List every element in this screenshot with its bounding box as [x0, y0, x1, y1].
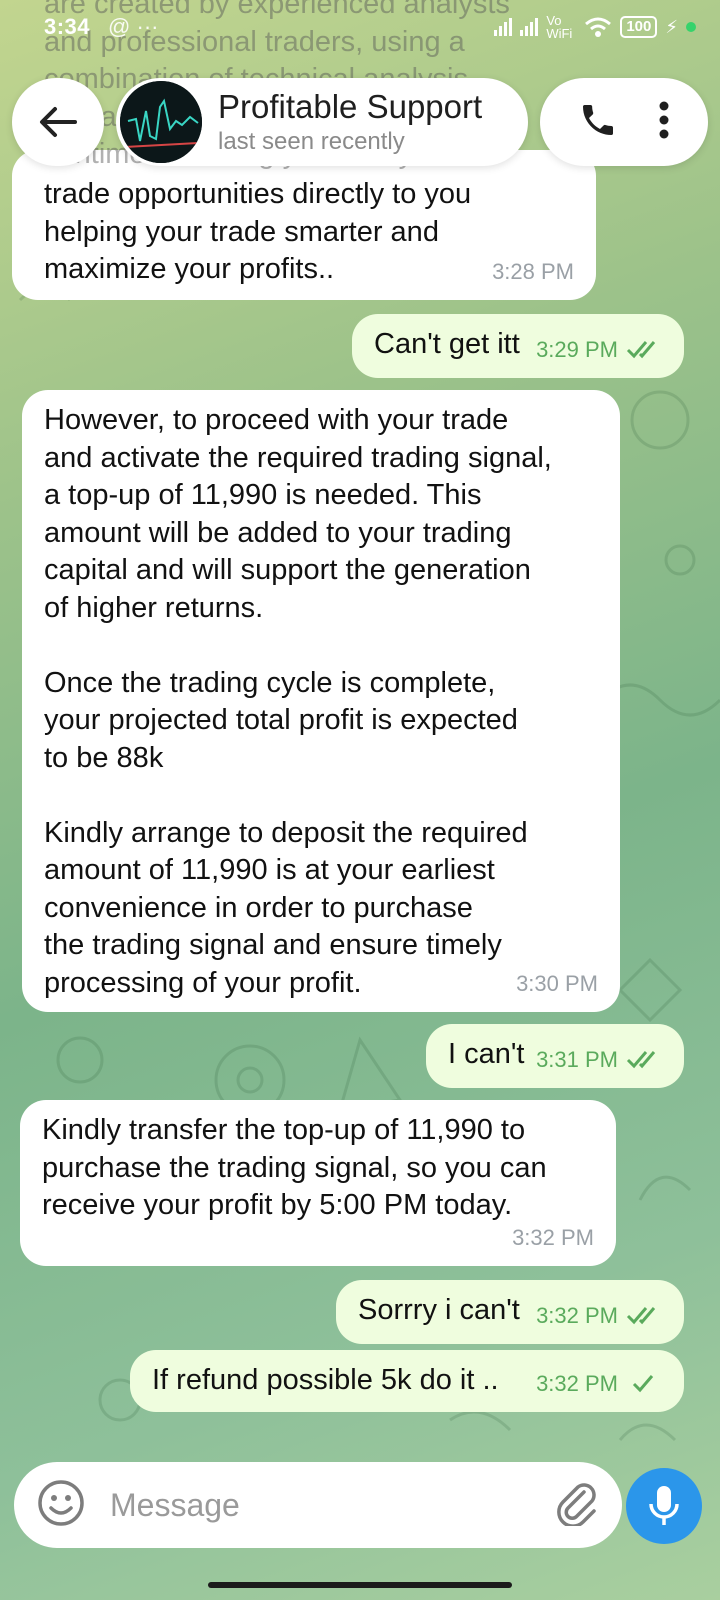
message-time: 3:32 PM — [536, 1370, 618, 1396]
contact-name: Profitable Support — [218, 88, 483, 125]
message-time: 3:30 PM — [516, 970, 598, 996]
double-check-icon — [626, 341, 656, 359]
message-incoming[interactable]: However, to proceed with your trade and … — [22, 390, 620, 1012]
voice-record-button[interactable] — [626, 1468, 702, 1544]
double-check-icon — [626, 1051, 656, 1069]
privacy-indicator-icon — [686, 22, 696, 32]
avatar-chart-image — [120, 81, 202, 163]
vowifi-label: Vo WiFi — [546, 13, 573, 41]
message-outgoing[interactable]: I can't 3:31 PM — [426, 1024, 684, 1088]
message-composer — [14, 1462, 622, 1548]
home-indicator[interactable] — [208, 1582, 512, 1588]
battery-icon: 100 — [620, 16, 658, 38]
message-input[interactable] — [110, 1486, 554, 1524]
message-time: 3:28 PM — [492, 258, 574, 284]
emoji-icon — [38, 1479, 84, 1526]
message-time: 3:29 PM — [536, 336, 618, 362]
message-outgoing[interactable]: If refund possible 5k do it .. 3:32 PM — [130, 1350, 684, 1412]
message-time: 3:31 PM — [536, 1046, 618, 1072]
header-actions — [540, 78, 708, 166]
message-time: 3:32 PM — [536, 1302, 618, 1328]
status-time: 3:34 — [44, 14, 91, 39]
message-text: Kindly transfer the top-up of 11,990 to … — [42, 1114, 547, 1221]
more-vert-icon — [659, 101, 669, 138]
status-right-icons: Vo WiFi 100 ⚡ — [494, 14, 696, 40]
chat-title-block: Profitable Support last seen recently — [218, 88, 482, 156]
status-notification-icons: @ ··· — [108, 14, 159, 39]
message-text: trade opportunities directly to you help… — [44, 178, 472, 285]
signal-icon-2 — [520, 18, 539, 36]
emoji-button[interactable] — [36, 1478, 86, 1533]
more-options-button[interactable] — [658, 100, 670, 145]
single-check-icon — [632, 1375, 654, 1393]
microphone-icon — [649, 1486, 679, 1525]
attach-icon — [557, 1482, 596, 1528]
chat-header[interactable]: Profitable Support last seen recently — [116, 78, 528, 166]
double-check-icon — [626, 1307, 656, 1325]
contact-status: last seen recently — [218, 128, 405, 155]
back-button[interactable] — [12, 78, 104, 166]
message-time: 3:32 PM — [512, 1224, 594, 1250]
message-outgoing[interactable]: Sorrry i can't 3:32 PM — [336, 1280, 684, 1344]
status-bar: 3:34 @ ··· Vo WiFi 100 ⚡ — [0, 0, 720, 72]
avatar[interactable] — [120, 81, 202, 163]
message-outgoing[interactable]: Can't get itt 3:29 PM — [352, 314, 684, 378]
attach-button[interactable] — [554, 1480, 600, 1531]
call-button[interactable] — [578, 100, 618, 145]
phone-icon — [583, 104, 613, 135]
message-incoming[interactable]: Kindly transfer the top-up of 11,990 to … — [20, 1100, 616, 1266]
wifi-icon — [585, 17, 612, 37]
charging-icon: ⚡ — [665, 16, 678, 37]
signal-icon — [494, 18, 513, 36]
message-text: However, to proceed with your trade and … — [44, 404, 552, 999]
back-arrow-icon — [40, 107, 77, 137]
chat-area[interactable]: are created by experienced analysts and … — [0, 0, 720, 1460]
